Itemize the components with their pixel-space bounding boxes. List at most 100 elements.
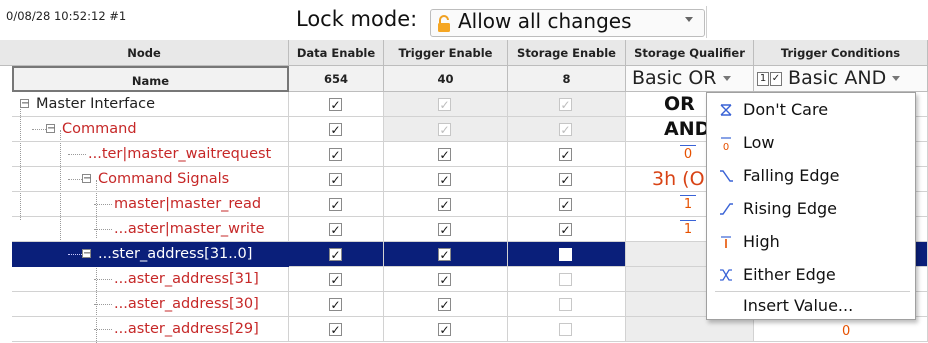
data-enable-checkbox[interactable]: ✓ [329,98,342,112]
trigger-enable-checkbox[interactable]: ✓ [438,273,451,287]
storage-qualifier-dropdown[interactable]: Basic OR [626,66,754,92]
trigger-enable-checkbox[interactable]: ✓ [438,198,451,212]
tree-branch-line [94,279,112,280]
falling-edge-icon [720,170,733,182]
trigger-enable-checkbox[interactable]: ✓ [438,123,451,137]
trigger-enable-checkbox[interactable]: ✓ [438,323,451,337]
column-header-data-enable[interactable]: Data Enable [289,40,384,66]
trigger-conditions-value: Basic AND [788,67,887,89]
menu-item-label: Rising Edge [743,199,837,218]
node-name[interactable]: master|master_read [114,192,261,217]
column-header-storage-qualifier[interactable]: Storage Qualifier [626,40,754,66]
data-enable-checkbox[interactable]: ✓ [329,273,342,287]
chevron-down-icon [722,76,731,81]
menu-item-insert-value[interactable]: Insert Value... [707,291,915,321]
storage-enable-checkbox[interactable] [559,273,572,286]
menu-item-label: Low [743,133,775,152]
storage-enable-checkbox[interactable]: ✓ [559,98,572,112]
storage-qualifier-value: AND [664,118,711,140]
dont-care-icon [720,104,732,116]
trigger-enable-checkbox[interactable]: ✓ [438,98,451,112]
svg-text:0: 0 [723,142,729,152]
node-name[interactable]: Command Signals [98,167,229,192]
storage-enable-checkbox[interactable] [559,323,572,336]
data-enable-checkbox[interactable]: ✓ [329,248,342,262]
trigger-condition-menu: Don't Care 0 Low Falling Edge Rising Edg… [706,92,916,320]
tree-branch-line [94,329,112,330]
tree-branch-line [94,229,112,230]
menu-item-label: Either Edge [743,265,836,284]
chevron-down-icon [685,17,693,22]
trigger-enable-checkbox[interactable]: ✓ [438,298,451,312]
either-edge-icon [720,269,732,281]
data-enable-checkbox[interactable]: ✓ [329,123,342,137]
low-level-icon: 0 [721,137,731,152]
node-name[interactable]: Command [62,117,137,142]
trigger-enable-count: 40 [384,66,508,92]
trigger-enable-checkbox[interactable]: ✓ [438,248,451,262]
storage-enable-checkbox[interactable]: ✓ [559,173,572,187]
data-enable-checkbox[interactable]: ✓ [329,323,342,337]
data-enable-checkbox[interactable]: ✓ [329,223,342,237]
lock-mode-value: Allow all changes [458,9,632,33]
node-name[interactable]: Master Interface [36,92,155,117]
rising-edge-icon [720,203,733,215]
storage-qualifier-value: OR [664,93,695,115]
storage-qualifier-value: 1 [680,220,696,238]
trigger-enable-checkbox[interactable]: ✓ [438,173,451,187]
data-enable-checkbox[interactable]: ✓ [329,298,342,312]
menu-item-label: Don't Care [743,100,829,119]
node-name[interactable]: ...aster|master_write [114,217,265,242]
unlock-icon [438,15,450,32]
node-name[interactable]: ...aster_address[30] [114,292,259,317]
menu-item-falling-edge[interactable]: Falling Edge [707,159,915,192]
trigger-level-number: 1 [757,71,769,86]
data-enable-checkbox[interactable]: ✓ [329,148,342,162]
storage-enable-checkbox[interactable]: ✓ [559,223,572,237]
trigger-enable-checkbox[interactable]: ✓ [438,148,451,162]
menu-item-either-edge[interactable]: Either Edge [707,258,915,291]
data-enable-checkbox[interactable]: ✓ [329,173,342,187]
collapse-toggle-icon[interactable]: − [46,124,55,134]
storage-enable-checkbox[interactable] [559,298,572,311]
storage-qualifier-value: Basic OR [632,67,717,89]
storage-enable-count: 8 [508,66,626,92]
menu-item-label: High [743,232,780,251]
storage-qualifier-value: 1 [680,195,696,213]
trigger-enabled-checkbox[interactable]: ✓ [770,71,782,86]
menu-item-rising-edge[interactable]: Rising Edge [707,192,915,225]
collapse-toggle-icon[interactable]: − [20,99,29,109]
column-header-node[interactable]: Node [0,40,289,66]
data-enable-checkbox[interactable]: ✓ [329,198,342,212]
column-header-trigger-enable[interactable]: Trigger Enable [384,40,508,66]
trigger-condition-value: 0 [842,324,851,339]
tree-branch-line [94,204,112,205]
node-name[interactable]: ...aster_address[29] [114,317,259,342]
menu-item-dont-care[interactable]: Don't Care [707,93,915,126]
trigger-enable-checkbox[interactable]: ✓ [438,223,451,237]
menu-item-label: Insert Value... [743,296,854,315]
node-name[interactable]: ...aster_address[31] [114,267,259,292]
chevron-down-icon [892,76,901,81]
tree-branch-line [94,304,112,305]
menu-item-high[interactable]: High [707,225,915,258]
storage-enable-checkbox[interactable] [559,248,572,261]
storage-enable-checkbox[interactable]: ✓ [559,148,572,162]
data-enable-count: 654 [289,66,384,92]
node-name[interactable]: ...ster_address[31..0] [98,242,252,267]
collapse-toggle-icon[interactable]: − [82,174,91,184]
node-name[interactable]: ...ter|master_waitrequest [88,142,271,167]
menu-item-low[interactable]: 0 Low [707,126,915,159]
collapse-toggle-icon[interactable]: − [82,249,91,259]
trigger-conditions-dropdown[interactable]: 1 ✓ Basic AND [754,66,928,92]
column-header-trigger-conditions[interactable]: Trigger Conditions [754,40,928,66]
name-subheader[interactable]: Name [12,66,289,92]
capture-timestamp: 0/08/28 10:52:12 #1 [6,9,127,23]
menu-item-label: Falling Edge [743,166,840,185]
column-header-storage-enable[interactable]: Storage Enable [508,40,626,66]
storage-qualifier-value: 3h (O [652,168,705,190]
high-level-icon [721,236,731,248]
storage-enable-checkbox[interactable]: ✓ [559,198,572,212]
tree-branch-line [68,154,86,155]
storage-enable-checkbox[interactable]: ✓ [559,123,572,137]
